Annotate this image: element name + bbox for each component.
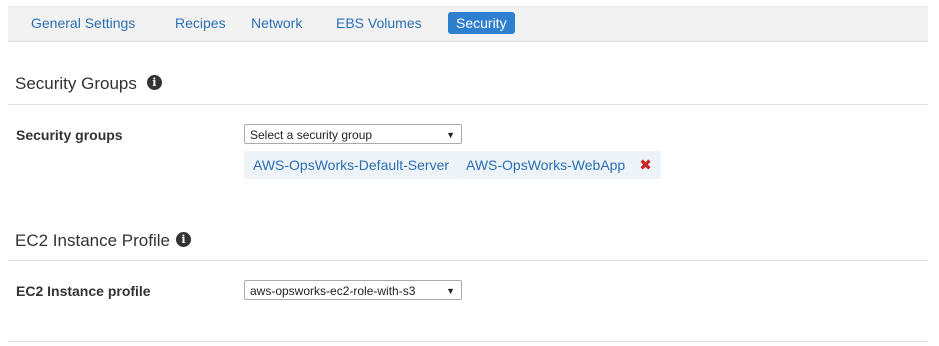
- ec2-instance-profile-select[interactable]: aws-opsworks-ec2-role-with-s3 ▼: [244, 280, 462, 300]
- security-groups-label: Security groups: [16, 127, 123, 143]
- ec2-instance-profile-heading: EC2 Instance Profile i: [15, 231, 191, 251]
- tab-security[interactable]: Security: [448, 12, 515, 34]
- security-groups-heading: Security Groups i: [15, 74, 162, 94]
- select-value: aws-opsworks-ec2-role-with-s3: [250, 284, 416, 298]
- info-icon[interactable]: i: [146, 75, 162, 91]
- info-icon[interactable]: i: [175, 232, 191, 248]
- remove-icon[interactable]: ✖: [639, 157, 652, 174]
- select-value: Select a security group: [250, 128, 373, 142]
- divider: [8, 341, 928, 342]
- divider: [8, 104, 928, 105]
- chevron-down-icon: ▼: [446, 286, 455, 296]
- ec2-instance-profile-title: EC2 Instance Profile: [15, 231, 170, 250]
- tag-label: AWS-OpsWorks-WebApp: [466, 157, 626, 173]
- tab-general-settings[interactable]: General Settings: [23, 12, 143, 34]
- tab-bar: General Settings Recipes Network EBS Vol…: [8, 6, 928, 42]
- security-group-tag-webapp: AWS-OpsWorks-WebApp ✖: [457, 151, 661, 179]
- security-groups-title: Security Groups: [15, 74, 137, 93]
- divider: [8, 260, 928, 261]
- tab-network[interactable]: Network: [243, 12, 310, 34]
- tab-recipes[interactable]: Recipes: [167, 12, 234, 34]
- security-group-select[interactable]: Select a security group ▼: [244, 124, 462, 144]
- security-group-tag-default-server: AWS-OpsWorks-Default-Server: [244, 151, 459, 179]
- ec2-instance-profile-label: EC2 Instance profile: [16, 283, 151, 299]
- chevron-down-icon: ▼: [446, 130, 455, 140]
- tag-label: AWS-OpsWorks-Default-Server: [253, 157, 450, 173]
- tab-ebs-volumes[interactable]: EBS Volumes: [328, 12, 430, 34]
